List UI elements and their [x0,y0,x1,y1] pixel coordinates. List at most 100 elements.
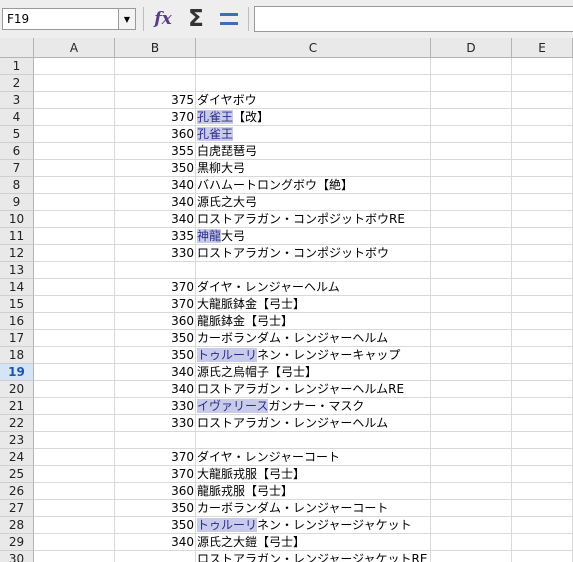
cell-e[interactable] [512,58,573,75]
cell-b-level[interactable]: 340 [115,381,196,398]
cell-e[interactable] [512,75,573,92]
row-header[interactable]: 6 [0,143,34,160]
cell-b-level[interactable]: 340 [115,534,196,551]
cell-c-item-name[interactable] [196,262,431,279]
cell-d[interactable] [431,228,512,245]
row-header[interactable]: 26 [0,483,34,500]
cell-b-level[interactable]: 370 [115,466,196,483]
cell-e[interactable] [512,381,573,398]
cell-b-level[interactable]: 335 [115,228,196,245]
cell-c-item-name[interactable]: 大龍脈戎服【弓士】 [196,466,431,483]
cell-b-level[interactable]: 370 [115,449,196,466]
cell-c-item-name[interactable]: ロストアラガン・コンポジットボウ [196,245,431,262]
row-header[interactable]: 21 [0,398,34,415]
cell-a[interactable] [34,126,115,143]
cell-e[interactable] [512,500,573,517]
cell-d[interactable] [431,483,512,500]
cell-d[interactable] [431,262,512,279]
cell-c-item-name[interactable]: 龍脈鉢金【弓士】 [196,313,431,330]
cell-b-level[interactable]: 330 [115,245,196,262]
cell-d[interactable] [431,194,512,211]
cell-e[interactable] [512,551,573,562]
cell-d[interactable] [431,398,512,415]
row-header[interactable]: 1 [0,58,34,75]
cell-b-level[interactable]: 330 [115,415,196,432]
cell-c-item-name[interactable]: 孔雀王【改】 [196,109,431,126]
cell-b-level[interactable]: 340 [115,194,196,211]
cell-b-level[interactable]: 370 [115,296,196,313]
row-header[interactable]: 24 [0,449,34,466]
cell-e[interactable] [512,534,573,551]
cell-e[interactable] [512,279,573,296]
column-header-a[interactable]: A [34,38,115,58]
cell-a[interactable] [34,347,115,364]
cell-e[interactable] [512,109,573,126]
cell-a[interactable] [34,194,115,211]
row-header[interactable]: 17 [0,330,34,347]
cell-b-level[interactable]: 355 [115,143,196,160]
row-header[interactable]: 23 [0,432,34,449]
row-header[interactable]: 5 [0,126,34,143]
cell-d[interactable] [431,449,512,466]
cell-d[interactable] [431,92,512,109]
name-box[interactable]: F19 ▼ [2,8,136,30]
cell-a[interactable] [34,211,115,228]
cell-c-item-name[interactable]: 源氏之大鎧【弓士】 [196,534,431,551]
cell-c-item-name[interactable] [196,432,431,449]
cell-e[interactable] [512,432,573,449]
cell-a[interactable] [34,466,115,483]
cell-d[interactable] [431,364,512,381]
cell-a[interactable] [34,534,115,551]
cell-a[interactable] [34,364,115,381]
cell-b-level[interactable]: 360 [115,313,196,330]
cell-e[interactable] [512,415,573,432]
cell-d[interactable] [431,126,512,143]
select-all-corner[interactable] [0,38,34,58]
cell-b-level[interactable] [115,551,196,562]
cell-e[interactable] [512,517,573,534]
cell-c-item-name[interactable]: 黒柳大弓 [196,160,431,177]
column-header-b[interactable]: B [115,38,196,58]
cell-a[interactable] [34,551,115,562]
cell-b-level[interactable]: 350 [115,347,196,364]
cell-d[interactable] [431,517,512,534]
cell-e[interactable] [512,330,573,347]
cell-b-level[interactable]: 350 [115,500,196,517]
row-header[interactable]: 20 [0,381,34,398]
cell-a[interactable] [34,75,115,92]
cell-b-level[interactable]: 330 [115,398,196,415]
cell-d[interactable] [431,534,512,551]
cell-b-level[interactable]: 350 [115,160,196,177]
cell-d[interactable] [431,432,512,449]
cell-e[interactable] [512,143,573,160]
cell-e[interactable] [512,126,573,143]
cell-e[interactable] [512,449,573,466]
cell-d[interactable] [431,500,512,517]
cell-d[interactable] [431,58,512,75]
row-header[interactable]: 10 [0,211,34,228]
column-header-c[interactable]: C [196,38,431,58]
cell-b-level[interactable]: 360 [115,483,196,500]
row-header[interactable]: 18 [0,347,34,364]
cell-b-level[interactable] [115,262,196,279]
cell-d[interactable] [431,551,512,562]
cell-d[interactable] [431,245,512,262]
cell-c-item-name[interactable]: 神龍大弓 [196,228,431,245]
cell-e[interactable] [512,398,573,415]
cell-a[interactable] [34,432,115,449]
cell-b-level[interactable]: 370 [115,279,196,296]
cell-e[interactable] [512,194,573,211]
cell-a[interactable] [34,398,115,415]
cell-c-item-name[interactable] [196,58,431,75]
row-header[interactable]: 4 [0,109,34,126]
cell-b-level[interactable]: 340 [115,211,196,228]
row-header[interactable]: 14 [0,279,34,296]
cell-c-item-name[interactable]: ロストアラガン・コンポジットボウRE [196,211,431,228]
cell-c-item-name[interactable]: 龍脈戎服【弓士】 [196,483,431,500]
row-header[interactable]: 13 [0,262,34,279]
dropdown-arrow-icon[interactable]: ▼ [118,9,135,29]
cell-d[interactable] [431,313,512,330]
cell-b-level[interactable]: 340 [115,177,196,194]
cell-a[interactable] [34,177,115,194]
cell-b-level[interactable]: 350 [115,517,196,534]
